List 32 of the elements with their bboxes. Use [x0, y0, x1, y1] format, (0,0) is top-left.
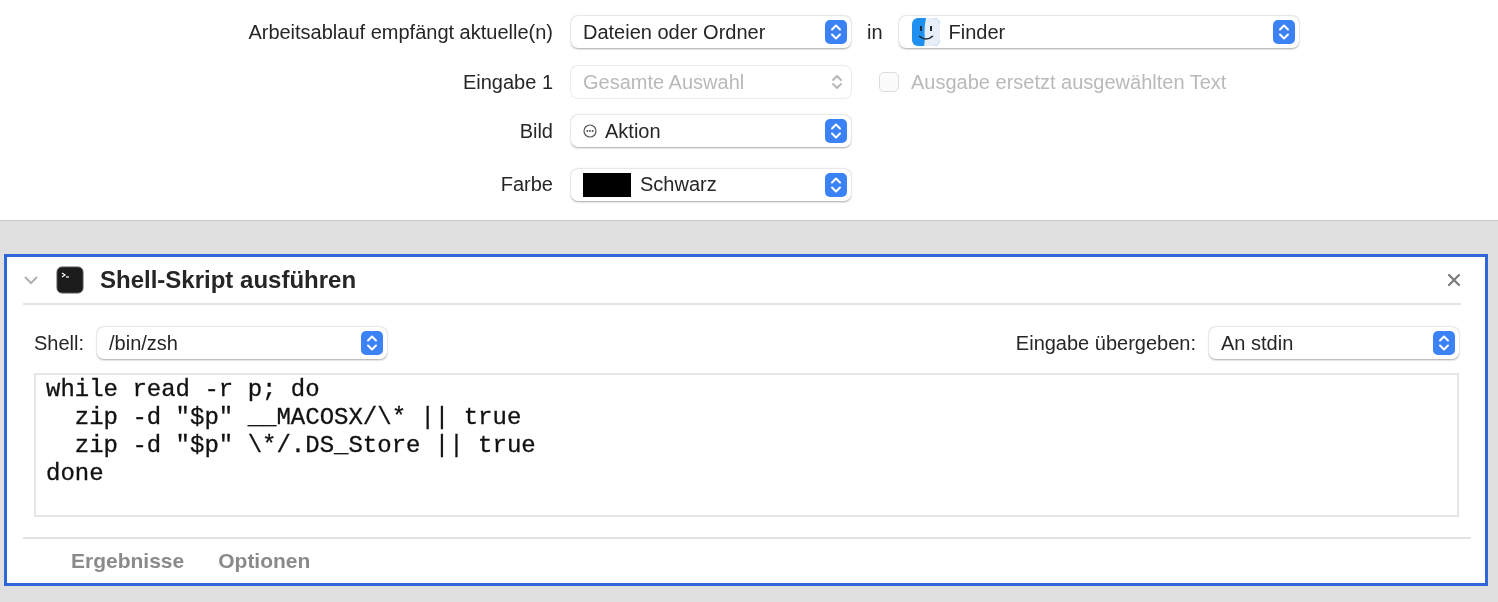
stepper-icon [825, 20, 847, 44]
stepper-icon [1433, 331, 1455, 355]
field-label: Eingabe 1 [461, 70, 553, 94]
code-line: while read -r p; do [46, 376, 321, 404]
code-editor[interactable]: while read -r p; do zip -d "$p" __MACOSX/\* || true zip -d "$p" \*/.DS_Store || true done [34, 373, 1459, 517]
terminal-icon [56, 266, 84, 294]
popup-button[interactable]: /bin/zsh [97, 327, 388, 359]
popup-button[interactable]: Schwarz [571, 168, 851, 201]
popup-button[interactable]: Dateien oder Ordner [571, 16, 851, 48]
field-label: Arbeitsablauf empfängt aktuelle(n) [247, 20, 553, 44]
field-label: Farbe [499, 173, 553, 196]
stepper-icon [825, 119, 847, 143]
code-line: zip -d "$p" __MACOSX/\* || true [73, 404, 523, 432]
popup-button[interactable]: An stdin [1209, 327, 1459, 359]
popup-button[interactable]: Finder [898, 16, 1299, 48]
checkbox-label: Ausgabe ersetzt ausgewählten Text [911, 70, 1227, 94]
action-panel[interactable]: Shell-Skript ausführen Shell: /bin/zsh Eingabe übergeben: An stdin while read -r p; do zip -d "$p" __MACOSX/\* || true zip -d "$p" \*/.DS_Store || true done Ergebnisse Optionen [4, 254, 1488, 586]
code-line: done [46, 460, 105, 488]
close-icon [1447, 273, 1461, 287]
stepper-icon [361, 331, 384, 355]
code-line: zip -d "$p" \*/.DS_Store || true [73, 432, 537, 460]
stepper-icon [825, 172, 847, 197]
stepper-icon [1272, 20, 1295, 44]
action-title: Shell-Skript ausführen [100, 266, 357, 294]
ellipsis-icon [583, 124, 597, 138]
field-label: Bild [518, 119, 553, 143]
field-label: Eingabe übergeben: [1015, 331, 1196, 355]
finder-icon [910, 17, 941, 47]
field-label: in [867, 20, 883, 44]
popup-button[interactable]: Aktion [571, 115, 851, 147]
field-label: Shell: [34, 331, 85, 355]
disclosure-chevron-icon [23, 275, 39, 285]
